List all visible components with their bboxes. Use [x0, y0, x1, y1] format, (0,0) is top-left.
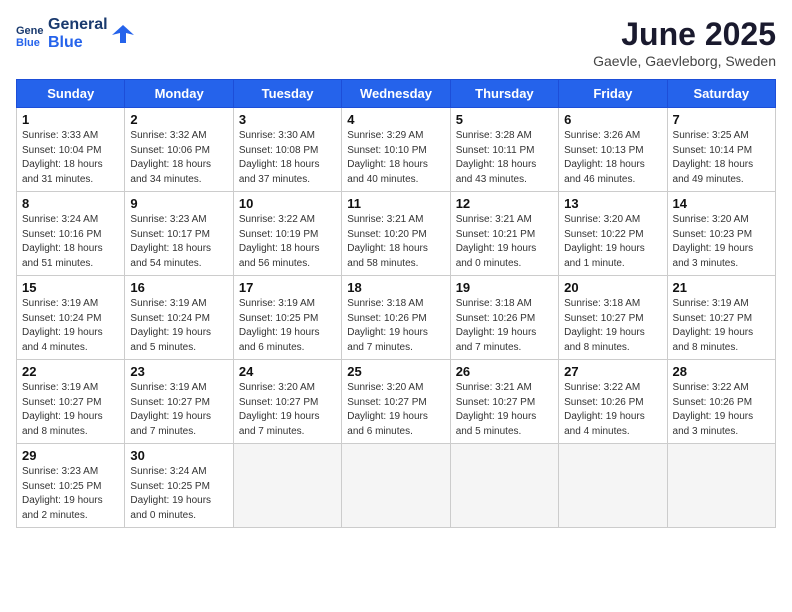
- logo-icon: General Blue: [16, 20, 44, 48]
- col-monday: Monday: [125, 80, 233, 108]
- table-row: 16Sunrise: 3:19 AMSunset: 10:24 PMDaylig…: [125, 276, 233, 360]
- table-row: 6Sunrise: 3:26 AMSunset: 10:13 PMDayligh…: [559, 108, 667, 192]
- table-row: 24Sunrise: 3:20 AMSunset: 10:27 PMDaylig…: [233, 360, 341, 444]
- location-subtitle: Gaevle, Gaevleborg, Sweden: [593, 53, 776, 69]
- table-row: 5Sunrise: 3:28 AMSunset: 10:11 PMDayligh…: [450, 108, 558, 192]
- table-row: 30Sunrise: 3:24 AMSunset: 10:25 PMDaylig…: [125, 444, 233, 528]
- table-row: 27Sunrise: 3:22 AMSunset: 10:26 PMDaylig…: [559, 360, 667, 444]
- table-row: 9Sunrise: 3:23 AMSunset: 10:17 PMDayligh…: [125, 192, 233, 276]
- title-block: June 2025 Gaevle, Gaevleborg, Sweden: [593, 16, 776, 69]
- table-row: 1Sunrise: 3:33 AMSunset: 10:04 PMDayligh…: [17, 108, 125, 192]
- table-row: 29Sunrise: 3:23 AMSunset: 10:25 PMDaylig…: [17, 444, 125, 528]
- table-row: 20Sunrise: 3:18 AMSunset: 10:27 PMDaylig…: [559, 276, 667, 360]
- table-row: 22Sunrise: 3:19 AMSunset: 10:27 PMDaylig…: [17, 360, 125, 444]
- logo: General Blue General Blue: [16, 16, 134, 51]
- table-row: 13Sunrise: 3:20 AMSunset: 10:22 PMDaylig…: [559, 192, 667, 276]
- col-friday: Friday: [559, 80, 667, 108]
- empty-cell: [233, 444, 341, 528]
- logo-bird-icon: [112, 23, 134, 45]
- table-row: 25Sunrise: 3:20 AMSunset: 10:27 PMDaylig…: [342, 360, 450, 444]
- col-sunday: Sunday: [17, 80, 125, 108]
- table-row: 12Sunrise: 3:21 AMSunset: 10:21 PMDaylig…: [450, 192, 558, 276]
- table-row: 11Sunrise: 3:21 AMSunset: 10:20 PMDaylig…: [342, 192, 450, 276]
- calendar-body: 1Sunrise: 3:33 AMSunset: 10:04 PMDayligh…: [17, 108, 776, 528]
- empty-cell: [667, 444, 775, 528]
- table-row: 28Sunrise: 3:22 AMSunset: 10:26 PMDaylig…: [667, 360, 775, 444]
- page-header: General Blue General Blue June 2025 Gaev…: [16, 16, 776, 69]
- table-row: 7Sunrise: 3:25 AMSunset: 10:14 PMDayligh…: [667, 108, 775, 192]
- col-tuesday: Tuesday: [233, 80, 341, 108]
- table-row: 14Sunrise: 3:20 AMSunset: 10:23 PMDaylig…: [667, 192, 775, 276]
- calendar-table: Sunday Monday Tuesday Wednesday Thursday…: [16, 79, 776, 528]
- table-row: 15Sunrise: 3:19 AMSunset: 10:24 PMDaylig…: [17, 276, 125, 360]
- table-row: 17Sunrise: 3:19 AMSunset: 10:25 PMDaylig…: [233, 276, 341, 360]
- month-year-title: June 2025: [593, 16, 776, 53]
- table-row: 21Sunrise: 3:19 AMSunset: 10:27 PMDaylig…: [667, 276, 775, 360]
- empty-cell: [450, 444, 558, 528]
- logo-line1: General: [48, 16, 108, 34]
- col-saturday: Saturday: [667, 80, 775, 108]
- svg-text:Blue: Blue: [16, 37, 40, 48]
- col-thursday: Thursday: [450, 80, 558, 108]
- table-row: 23Sunrise: 3:19 AMSunset: 10:27 PMDaylig…: [125, 360, 233, 444]
- empty-cell: [342, 444, 450, 528]
- calendar-header-row: Sunday Monday Tuesday Wednesday Thursday…: [17, 80, 776, 108]
- table-row: 10Sunrise: 3:22 AMSunset: 10:19 PMDaylig…: [233, 192, 341, 276]
- table-row: 8Sunrise: 3:24 AMSunset: 10:16 PMDayligh…: [17, 192, 125, 276]
- table-row: 2Sunrise: 3:32 AMSunset: 10:06 PMDayligh…: [125, 108, 233, 192]
- table-row: 19Sunrise: 3:18 AMSunset: 10:26 PMDaylig…: [450, 276, 558, 360]
- table-row: 3Sunrise: 3:30 AMSunset: 10:08 PMDayligh…: [233, 108, 341, 192]
- table-row: 26Sunrise: 3:21 AMSunset: 10:27 PMDaylig…: [450, 360, 558, 444]
- table-row: 18Sunrise: 3:18 AMSunset: 10:26 PMDaylig…: [342, 276, 450, 360]
- logo-line2: Blue: [48, 34, 108, 52]
- empty-cell: [559, 444, 667, 528]
- col-wednesday: Wednesday: [342, 80, 450, 108]
- svg-text:General: General: [16, 25, 44, 37]
- table-row: 4Sunrise: 3:29 AMSunset: 10:10 PMDayligh…: [342, 108, 450, 192]
